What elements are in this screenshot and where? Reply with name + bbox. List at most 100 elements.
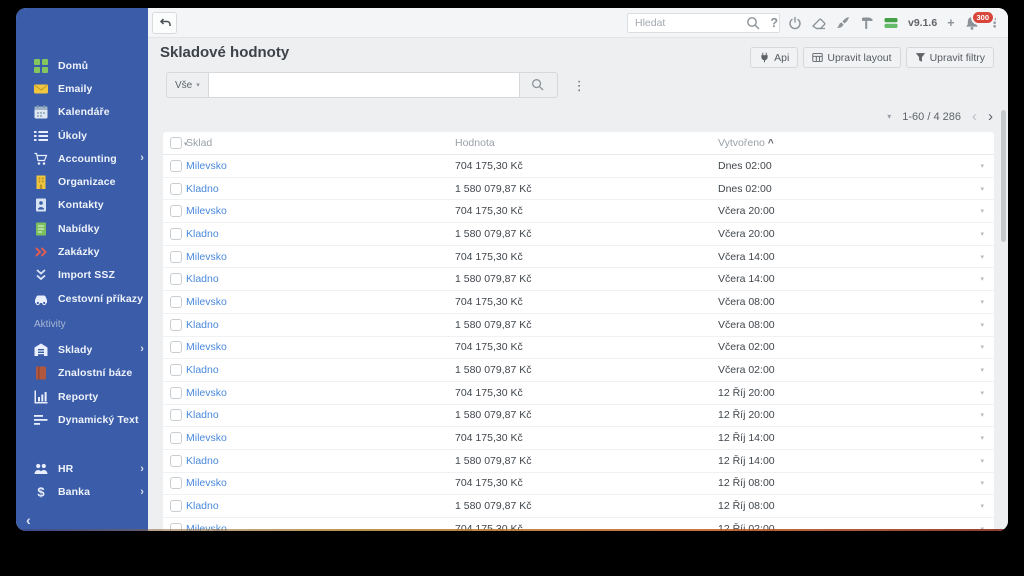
row-checkbox[interactable] xyxy=(170,205,182,218)
sklad-link[interactable]: Kladno xyxy=(186,364,219,376)
upravit-filtry-button[interactable]: Upravit filtry xyxy=(905,47,994,68)
sidebar-item-kalendare[interactable]: Kalendáře xyxy=(16,101,148,124)
brush-icon[interactable] xyxy=(836,16,850,30)
sidebar-collapse-button[interactable]: ‹ xyxy=(26,512,31,528)
sklad-link[interactable]: Kladno xyxy=(186,273,219,285)
notifications-button[interactable]: 300 xyxy=(965,10,996,30)
page-size-dropdown-icon[interactable]: ▾ xyxy=(887,112,891,121)
cell-sklad: Milevsko xyxy=(186,523,455,531)
sidebar-item-emaily[interactable]: Emaily xyxy=(16,77,148,100)
sidebar-item-nabidky[interactable]: Nabídky xyxy=(16,217,148,240)
sidebar-item-zakazky[interactable]: Zakázky xyxy=(16,240,148,263)
upravit-layout-button[interactable]: Upravit layout xyxy=(803,47,901,68)
row-checkbox[interactable] xyxy=(170,454,182,467)
sklad-link[interactable]: Milevsko xyxy=(186,477,227,489)
row-checkbox[interactable] xyxy=(170,409,182,422)
row-actions-caret-icon[interactable]: ▾ xyxy=(968,502,994,510)
row-actions-caret-icon[interactable]: ▾ xyxy=(968,389,994,397)
row-actions-caret-icon[interactable]: ▾ xyxy=(968,321,994,329)
sidebar-item-import-ssz[interactable]: Import SSZ xyxy=(16,264,148,287)
row-actions-caret-icon[interactable]: ▾ xyxy=(968,366,994,374)
row-actions-caret-icon[interactable]: ▾ xyxy=(968,479,994,487)
sklad-link[interactable]: Milevsko xyxy=(186,251,227,263)
column-header-vytvoreno[interactable]: Vytvořeno ^ xyxy=(718,137,968,149)
row-actions-caret-icon[interactable]: ▾ xyxy=(968,411,994,419)
column-header-hodnota[interactable]: Hodnota xyxy=(455,137,718,149)
row-checkbox[interactable] xyxy=(170,250,182,263)
row-checkbox[interactable] xyxy=(170,522,182,531)
sklad-link[interactable]: Milevsko xyxy=(186,387,227,399)
row-actions-caret-icon[interactable]: ▾ xyxy=(968,525,994,531)
sidebar-item-sklady[interactable]: Sklady › xyxy=(16,338,148,361)
row-actions-caret-icon[interactable]: ▾ xyxy=(968,275,994,283)
back-button[interactable] xyxy=(152,11,177,34)
row-checkbox[interactable] xyxy=(170,295,182,308)
row-checkbox[interactable] xyxy=(170,432,182,445)
row-actions-caret-icon[interactable]: ▾ xyxy=(968,207,994,215)
row-actions-caret-icon[interactable]: ▾ xyxy=(968,253,994,261)
row-actions-caret-icon[interactable]: ▾ xyxy=(968,162,994,170)
row-checkbox[interactable] xyxy=(170,386,182,399)
sklad-link[interactable]: Kladno xyxy=(186,228,219,240)
row-checkbox[interactable] xyxy=(170,273,182,286)
row-actions-caret-icon[interactable]: ▾ xyxy=(968,434,994,442)
help-icon[interactable]: ? xyxy=(770,17,778,30)
row-checkbox[interactable] xyxy=(170,227,182,240)
sidebar-item-hr[interactable]: HR › xyxy=(16,457,148,480)
tools-icon[interactable] xyxy=(860,16,874,30)
sklad-link[interactable]: Kladno xyxy=(186,455,219,467)
eraser-icon[interactable] xyxy=(811,16,826,30)
sidebar-item-cestovni-prikazy[interactable]: Cestovní příkazy xyxy=(16,287,148,310)
sidebar-item-organizace[interactable]: Organizace xyxy=(16,170,148,193)
sidebar-item-ukoly[interactable]: Úkoly xyxy=(16,124,148,147)
vertical-scrollbar[interactable] xyxy=(1001,110,1006,242)
filter-menu-icon[interactable]: ⋮ xyxy=(573,79,586,92)
row-checkbox[interactable] xyxy=(170,477,182,490)
cell-hodnota: 1 580 079,87 Kč xyxy=(455,364,532,377)
sklad-link[interactable]: Milevsko xyxy=(186,205,227,217)
row-actions-caret-icon[interactable]: ▾ xyxy=(968,298,994,306)
row-actions-caret-icon[interactable]: ▾ xyxy=(968,343,994,351)
plus-icon[interactable]: + xyxy=(947,17,954,30)
cell-vytvoreno: 12 Říj 20:00 xyxy=(718,386,775,399)
scope-dropdown[interactable]: Vše ▾ xyxy=(166,72,209,98)
row-checkbox[interactable] xyxy=(170,182,182,195)
select-all-caret-icon[interactable]: ▾ xyxy=(184,140,188,148)
prev-page-icon[interactable]: ‹ xyxy=(972,109,977,124)
sidebar-item-domu[interactable]: Domů xyxy=(16,54,148,77)
sklad-link[interactable]: Kladno xyxy=(186,183,219,195)
row-actions-caret-icon[interactable]: ▾ xyxy=(968,457,994,465)
row-actions-caret-icon[interactable]: ▾ xyxy=(968,230,994,238)
sidebar-item-dynamicky-text[interactable]: Dynamický Text xyxy=(16,408,148,431)
row-checkbox[interactable] xyxy=(170,364,182,377)
sidebar-item-reporty[interactable]: Reporty xyxy=(16,385,148,408)
sklad-link[interactable]: Milevsko xyxy=(186,341,227,353)
column-header-sklad[interactable]: Sklad xyxy=(186,137,455,149)
sklad-link[interactable]: Milevsko xyxy=(186,160,227,172)
select-all-checkbox[interactable] xyxy=(170,137,182,149)
sklad-link[interactable]: Milevsko xyxy=(186,296,227,308)
power-icon[interactable] xyxy=(788,16,802,30)
sklad-link[interactable]: Kladno xyxy=(186,409,219,421)
filter-search-input[interactable] xyxy=(208,72,520,98)
filter-search-button[interactable] xyxy=(519,72,558,98)
next-page-icon[interactable]: › xyxy=(988,109,993,124)
row-checkbox[interactable] xyxy=(170,341,182,354)
cart-icon xyxy=(34,152,48,166)
api-button[interactable]: Api xyxy=(750,47,799,68)
sidebar-item-accounting[interactable]: Accounting › xyxy=(16,147,148,170)
row-actions-caret-icon[interactable]: ▾ xyxy=(968,185,994,193)
row-checkbox-cell xyxy=(163,432,186,445)
sklad-link[interactable]: Milevsko xyxy=(186,523,227,531)
sidebar-item-kontakty[interactable]: Kontakty xyxy=(16,194,148,217)
sklad-link[interactable]: Kladno xyxy=(186,500,219,512)
row-checkbox[interactable] xyxy=(170,500,182,513)
sidebar-item-znalostni-baze[interactable]: Znalostní báze xyxy=(16,362,148,385)
sklad-link[interactable]: Kladno xyxy=(186,319,219,331)
row-checkbox[interactable] xyxy=(170,159,182,172)
search-icon[interactable] xyxy=(746,16,760,30)
sidebar-item-banka[interactable]: $ Banka › xyxy=(16,481,148,504)
row-checkbox[interactable] xyxy=(170,318,182,331)
sklad-link[interactable]: Milevsko xyxy=(186,432,227,444)
cell-sklad: Milevsko xyxy=(186,341,455,353)
